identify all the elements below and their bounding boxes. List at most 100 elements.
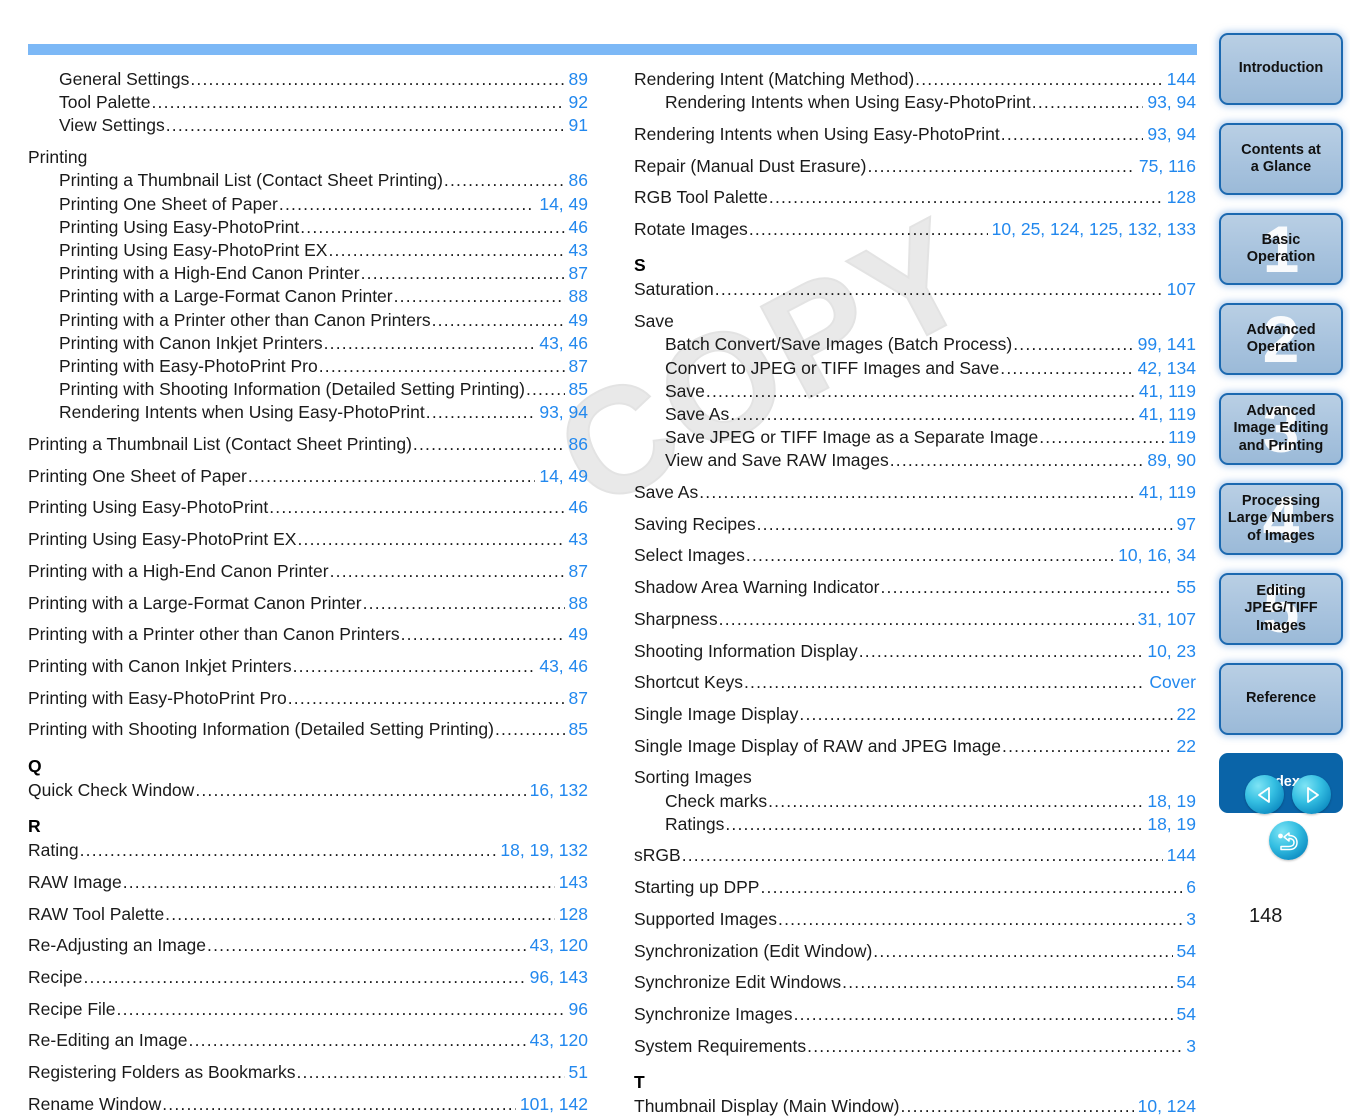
index-entry-pages[interactable]: 86 <box>566 169 588 192</box>
sidebar-tab-basic-operation[interactable]: 1 Basic Operation <box>1219 213 1343 285</box>
index-entry-pages[interactable]: 87 <box>566 355 588 378</box>
index-entry[interactable]: Printing................................… <box>28 146 588 169</box>
index-entry[interactable]: Tool Palette............................… <box>28 91 588 114</box>
index-entry-pages[interactable]: 3 <box>1183 908 1196 931</box>
index-entry-pages[interactable]: 87 <box>566 687 588 710</box>
index-entry[interactable]: Thumbnail Display (Main Window).........… <box>634 1095 1196 1118</box>
index-entry-pages[interactable]: 99, 141 <box>1135 333 1196 356</box>
index-entry-pages[interactable]: 54 <box>1174 1003 1196 1026</box>
sidebar-tab-processing-large-numbers-of-images[interactable]: 4 Processing Large Numbers of Images <box>1219 483 1343 555</box>
index-entry[interactable]: Recipe File.............................… <box>28 998 588 1021</box>
index-entry-pages[interactable]: 14, 49 <box>536 193 588 216</box>
index-entry-pages[interactable]: 107 <box>1164 278 1196 301</box>
index-entry[interactable]: Rename Window...........................… <box>28 1093 588 1116</box>
index-entry-pages[interactable]: 31, 107 <box>1135 608 1196 631</box>
index-entry[interactable]: Printing with a High-End Canon Printer..… <box>28 262 588 285</box>
index-entry[interactable]: Save....................................… <box>634 310 1196 333</box>
index-entry-pages[interactable]: 43 <box>566 528 588 551</box>
index-entry-pages[interactable]: 46 <box>566 216 588 239</box>
index-entry[interactable]: RGB Tool Palette........................… <box>634 186 1196 209</box>
index-entry-pages[interactable]: 55 <box>1174 576 1196 599</box>
index-entry-pages[interactable]: 43, 46 <box>536 332 588 355</box>
index-entry-pages[interactable]: 101, 142 <box>517 1093 588 1116</box>
index-entry[interactable]: Saving Recipes..........................… <box>634 513 1196 536</box>
index-entry[interactable]: Printing a Thumbnail List (Contact Sheet… <box>28 433 588 456</box>
next-page-button[interactable] <box>1292 775 1331 814</box>
index-entry-pages[interactable]: 16, 132 <box>527 779 588 802</box>
index-entry-pages[interactable]: 22 <box>1174 703 1196 726</box>
index-entry[interactable]: Printing with a Large-Format Canon Print… <box>28 592 588 615</box>
index-entry-pages[interactable]: 96, 143 <box>527 966 588 989</box>
index-entry-pages[interactable]: 18, 19, 132 <box>497 839 588 862</box>
index-entry[interactable]: Printing with Shooting Information (Deta… <box>28 378 588 401</box>
index-entry-pages[interactable]: 75, 116 <box>1136 155 1196 178</box>
index-entry[interactable]: Check marks.............................… <box>634 790 1196 813</box>
index-entry[interactable]: Select Images...........................… <box>634 544 1196 567</box>
index-entry-pages[interactable]: 88 <box>566 592 588 615</box>
index-entry-pages[interactable]: 88 <box>566 285 588 308</box>
index-entry[interactable]: Printing with Easy-PhotoPrint Pro.......… <box>28 355 588 378</box>
index-entry[interactable]: Shooting Information Display............… <box>634 640 1196 663</box>
back-button[interactable] <box>1268 821 1308 860</box>
index-entry[interactable]: Save JPEG or TIFF Image as a Separate Im… <box>634 426 1196 449</box>
index-entry-pages[interactable]: 10, 124 <box>1135 1095 1196 1118</box>
index-entry[interactable]: Printing with a High-End Canon Printer..… <box>28 560 588 583</box>
index-entry[interactable]: Synchronization (Edit Window)...........… <box>634 940 1196 963</box>
index-entry-pages[interactable]: 10, 25, 124, 125, 132, 133 <box>989 218 1196 241</box>
index-entry[interactable]: Printing Using Easy-PhotoPrint EX.......… <box>28 528 588 551</box>
index-entry[interactable]: Registering Folders as Bookmarks........… <box>28 1061 588 1084</box>
index-entry[interactable]: Recipe..................................… <box>28 966 588 989</box>
index-entry[interactable]: General Settings........................… <box>28 68 588 91</box>
index-entry-pages[interactable]: 10, 23 <box>1144 640 1196 663</box>
index-entry[interactable]: sRGB....................................… <box>634 844 1196 867</box>
index-entry-pages[interactable]: 18, 19 <box>1144 813 1196 836</box>
index-entry[interactable]: Save As.................................… <box>634 481 1196 504</box>
index-entry-pages[interactable]: 18, 19 <box>1144 790 1196 813</box>
sidebar-tab-contents-at-a-glance[interactable]: Contents at a Glance <box>1219 123 1343 195</box>
index-entry[interactable]: Printing with Easy-PhotoPrint Pro.......… <box>28 687 588 710</box>
index-entry-pages[interactable]: 89 <box>566 68 588 91</box>
index-entry[interactable]: Single Image Display....................… <box>634 703 1196 726</box>
index-entry[interactable]: Printing One Sheet of Paper.............… <box>28 193 588 216</box>
index-entry-pages[interactable]: Cover <box>1146 671 1196 694</box>
index-entry-pages[interactable]: 87 <box>566 560 588 583</box>
index-entry[interactable]: Printing Using Easy-PhotoPrint..........… <box>28 216 588 239</box>
index-entry[interactable]: Quick Check Window......................… <box>28 779 588 802</box>
index-entry[interactable]: Printing with a Large-Format Canon Print… <box>28 285 588 308</box>
index-entry-pages[interactable]: 54 <box>1174 971 1196 994</box>
index-entry[interactable]: RAW Tool Palette........................… <box>28 903 588 926</box>
index-entry-pages[interactable]: 41, 119 <box>1136 403 1196 426</box>
index-entry[interactable]: Save As.................................… <box>634 403 1196 426</box>
index-entry[interactable]: Rendering Intents when Using Easy-PhotoP… <box>634 123 1196 146</box>
index-entry-pages[interactable]: 85 <box>566 718 588 741</box>
index-entry[interactable]: Printing with Canon Inkjet Printers.....… <box>28 332 588 355</box>
sidebar-tab-editing-jpeg-tiff-images[interactable]: 5 Editing JPEG/TIFF Images <box>1219 573 1343 645</box>
sidebar-tab-reference[interactable]: Reference <box>1219 663 1343 735</box>
index-entry-pages[interactable]: 22 <box>1174 735 1196 758</box>
index-entry-pages[interactable]: 43, 46 <box>536 655 588 678</box>
index-entry[interactable]: Rotate Images...........................… <box>634 218 1196 241</box>
index-entry[interactable]: Rendering Intents when Using Easy-PhotoP… <box>634 91 1196 114</box>
index-entry[interactable]: Printing with a Printer other than Canon… <box>28 309 588 332</box>
index-entry[interactable]: Synchronize Edit Windows................… <box>634 971 1196 994</box>
sidebar-tab-introduction[interactable]: Introduction <box>1219 33 1343 105</box>
index-entry-pages[interactable]: 93, 94 <box>536 401 588 424</box>
index-entry-pages[interactable]: 43, 120 <box>527 934 588 957</box>
index-entry[interactable]: Synchronize Images......................… <box>634 1003 1196 1026</box>
index-entry-pages[interactable]: 42, 134 <box>1135 357 1196 380</box>
index-entry[interactable]: View and Save RAW Images................… <box>634 449 1196 472</box>
index-entry-pages[interactable]: 119 <box>1165 426 1196 449</box>
index-entry[interactable]: Shortcut Keys...........................… <box>634 671 1196 694</box>
index-entry-pages[interactable]: 97 <box>1174 513 1196 536</box>
sidebar-tab-advanced-operation[interactable]: 2 Advanced Operation <box>1219 303 1343 375</box>
index-entry[interactable]: Batch Convert/Save Images (Batch Process… <box>634 333 1196 356</box>
index-entry[interactable]: Rendering Intents when Using Easy-PhotoP… <box>28 401 588 424</box>
index-entry[interactable]: Single Image Display of RAW and JPEG Ima… <box>634 735 1196 758</box>
index-entry-pages[interactable]: 87 <box>566 262 588 285</box>
index-entry[interactable]: Supported Images........................… <box>634 908 1196 931</box>
index-entry-pages[interactable]: 41, 119 <box>1136 380 1196 403</box>
index-entry-pages[interactable]: 128 <box>1164 186 1196 209</box>
index-entry[interactable]: Shadow Area Warning Indicator...........… <box>634 576 1196 599</box>
index-entry[interactable]: Printing Using Easy-PhotoPrint EX.......… <box>28 239 588 262</box>
index-entry[interactable]: RAW Image...............................… <box>28 871 588 894</box>
